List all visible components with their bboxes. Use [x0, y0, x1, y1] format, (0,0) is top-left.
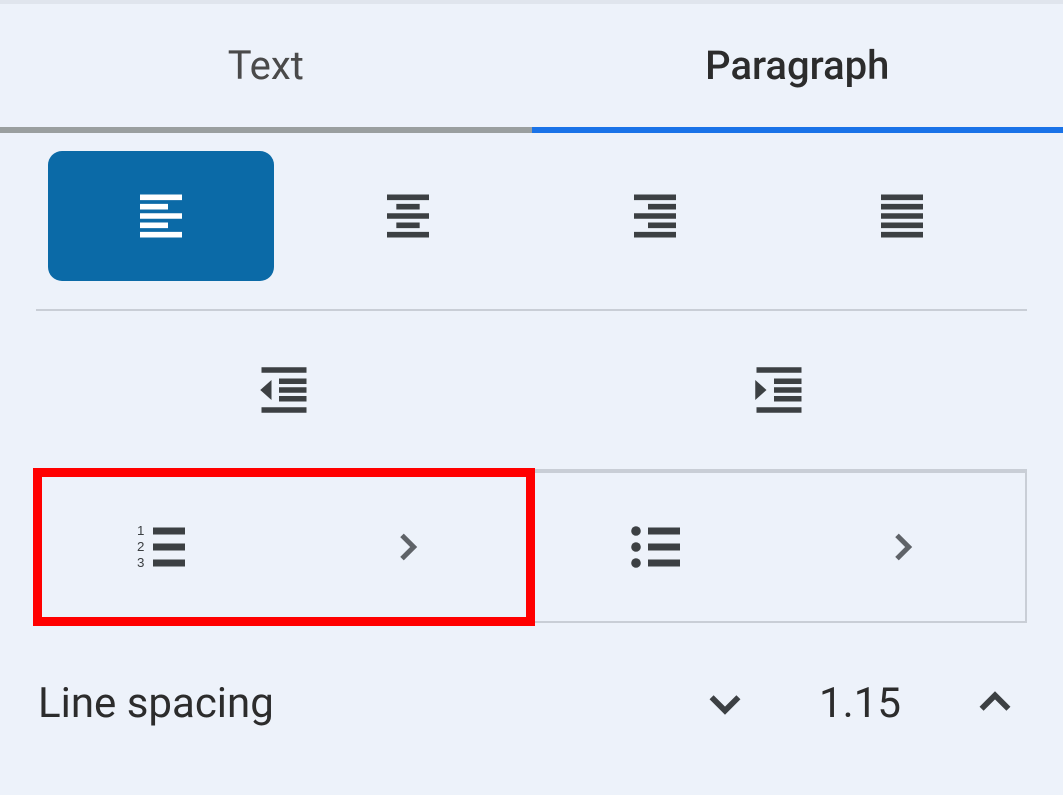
numbered-list-button[interactable]: 1 2 3	[36, 471, 532, 623]
decrease-indent-icon	[254, 360, 314, 420]
chevron-right-icon	[882, 527, 922, 567]
chevron-down-icon	[702, 680, 748, 726]
chevron-right-icon	[387, 527, 427, 567]
list-row: 1 2 3	[36, 471, 1027, 623]
bulleted-list-button[interactable]	[532, 471, 1028, 623]
format-tabs: Text Paragraph	[0, 0, 1063, 133]
align-right-icon	[627, 188, 683, 244]
increase-indent-icon	[749, 360, 809, 420]
svg-text:2: 2	[137, 539, 144, 554]
bulleted-list-icon	[624, 515, 688, 579]
align-left-icon	[133, 188, 189, 244]
line-spacing-row: Line spacing 1.15	[36, 623, 1027, 783]
alignment-row	[36, 151, 1027, 311]
line-spacing-stepper: 1.15	[695, 673, 1025, 733]
decrease-indent-button[interactable]	[44, 320, 524, 460]
line-spacing-increase-button[interactable]	[965, 673, 1025, 733]
align-center-button[interactable]	[295, 151, 521, 281]
line-spacing-label: Line spacing	[38, 679, 695, 728]
align-justify-icon	[874, 188, 930, 244]
tab-paragraph[interactable]: Paragraph	[532, 4, 1063, 133]
svg-text:3: 3	[137, 555, 144, 570]
increase-indent-button[interactable]	[539, 320, 1019, 460]
svg-text:1: 1	[137, 523, 144, 538]
align-left-button[interactable]	[48, 151, 274, 281]
numbered-list-icon: 1 2 3	[129, 515, 193, 579]
chevron-up-icon	[972, 680, 1018, 726]
indent-row	[36, 311, 1027, 471]
tab-text[interactable]: Text	[0, 4, 532, 133]
align-justify-button[interactable]	[789, 151, 1015, 281]
align-right-button[interactable]	[542, 151, 768, 281]
align-center-icon	[380, 188, 436, 244]
line-spacing-value: 1.15	[815, 679, 905, 728]
line-spacing-decrease-button[interactable]	[695, 673, 755, 733]
